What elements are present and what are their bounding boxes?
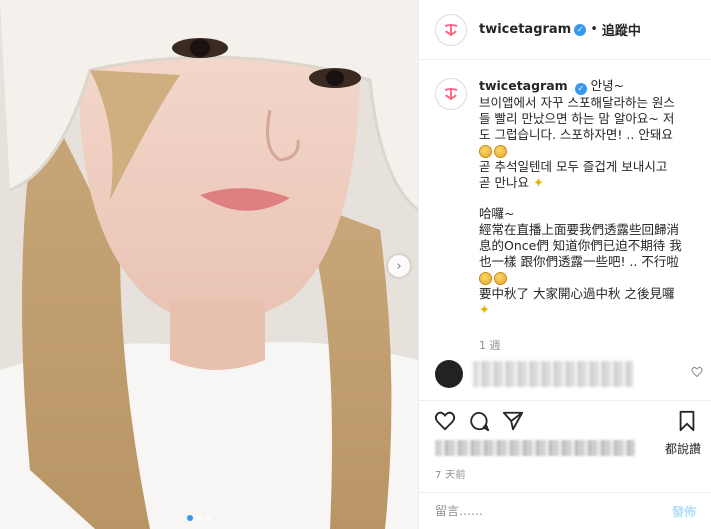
post-caption: twicetagram ✓ 안녕~ 브이앱에서 자꾸 스포해달라하는 원스 들 …: [435, 78, 705, 319]
smile-emoji-icon: [479, 144, 492, 158]
sparkle-emoji-icon: ✦: [532, 176, 544, 191]
share-icon[interactable]: [501, 409, 525, 433]
save-bookmark-icon[interactable]: [675, 409, 699, 433]
comment-like-heart-icon[interactable]: [691, 366, 703, 378]
post-photo[interactable]: ›: [0, 0, 418, 529]
post-side-panel: twicetagram ✓ • 追蹤中 twicetagram ✓ 안녕~ 브이…: [418, 0, 711, 529]
next-image-button[interactable]: ›: [388, 255, 410, 277]
emoji-row: [479, 143, 705, 159]
image-dot: [205, 515, 211, 521]
image-dot: [187, 515, 193, 521]
caption-line: 要中秋了 大家開心過中秋 之後見囉: [479, 286, 675, 301]
commenter-avatar[interactable]: [435, 360, 463, 388]
emoji-row: [479, 270, 705, 286]
caption-text: twicetagram ✓ 안녕~ 브이앱에서 자꾸 스포해달라하는 원스 들 …: [479, 78, 705, 319]
caption-line: 哈囉~: [479, 206, 515, 221]
caption-line: 也一樣 跟你們透露一些吧! .. 不行啦: [479, 254, 679, 269]
verified-badge-icon: ✓: [574, 23, 587, 36]
caption-line: 곧 추석일텐데 모두 즐겁게 보내시고: [479, 159, 668, 174]
caption-line: 들 빨리 만났으면 하는 맘 알아요~ 저: [479, 111, 675, 126]
caption-line: 브이앱에서 자꾸 스포해달라하는 원스: [479, 95, 675, 110]
caption-line: 안녕~: [590, 78, 625, 93]
post-comment-button[interactable]: 發佈: [672, 503, 696, 520]
like-heart-icon[interactable]: [433, 409, 457, 433]
comment-blurred-text: [473, 361, 633, 387]
caption-username[interactable]: twicetagram: [479, 78, 568, 93]
sparkle-emoji-icon: ✦: [479, 303, 490, 318]
post-header: twicetagram ✓ • 追蹤中: [419, 0, 711, 60]
action-bar: [419, 400, 711, 436]
caption-line: 곧 만나요: [479, 175, 529, 190]
add-comment-bar: 發佈: [419, 492, 711, 529]
caption-line: 息的Once們 知道你們已迫不期待 我: [479, 238, 682, 253]
verified-badge-icon: ✓: [574, 83, 587, 95]
twice-logo-icon: [441, 84, 461, 104]
photo-illustration: [0, 0, 418, 529]
post-timestamp[interactable]: 7 天前: [435, 466, 466, 481]
image-dot: [196, 515, 202, 521]
smile-emoji-icon: [479, 271, 492, 285]
header-username[interactable]: twicetagram: [479, 22, 571, 37]
caption-line: 도 그럽습니다. 스포하자면! .. 안돼요: [479, 127, 673, 142]
comment-input[interactable]: [435, 504, 672, 518]
twice-logo-icon: [441, 19, 461, 40]
smile-emoji-icon: [494, 144, 507, 158]
header-separator: •: [590, 22, 598, 37]
caption-avatar[interactable]: [435, 78, 467, 110]
caption-line: 經常在直播上面要我們透露些回歸消: [479, 222, 680, 237]
likes-summary: 都說讚: [435, 438, 705, 458]
likes-suffix[interactable]: 都說讚: [665, 440, 701, 457]
caption-timestamp[interactable]: 1 週: [479, 337, 501, 353]
profile-avatar[interactable]: [435, 13, 467, 46]
smile-emoji-icon: [494, 271, 507, 285]
comment-bubble-icon[interactable]: [467, 409, 491, 433]
following-button[interactable]: 追蹤中: [602, 20, 641, 39]
likes-blurred-text: [435, 440, 635, 456]
image-indicator: [187, 515, 211, 521]
comment-item: [435, 356, 705, 392]
